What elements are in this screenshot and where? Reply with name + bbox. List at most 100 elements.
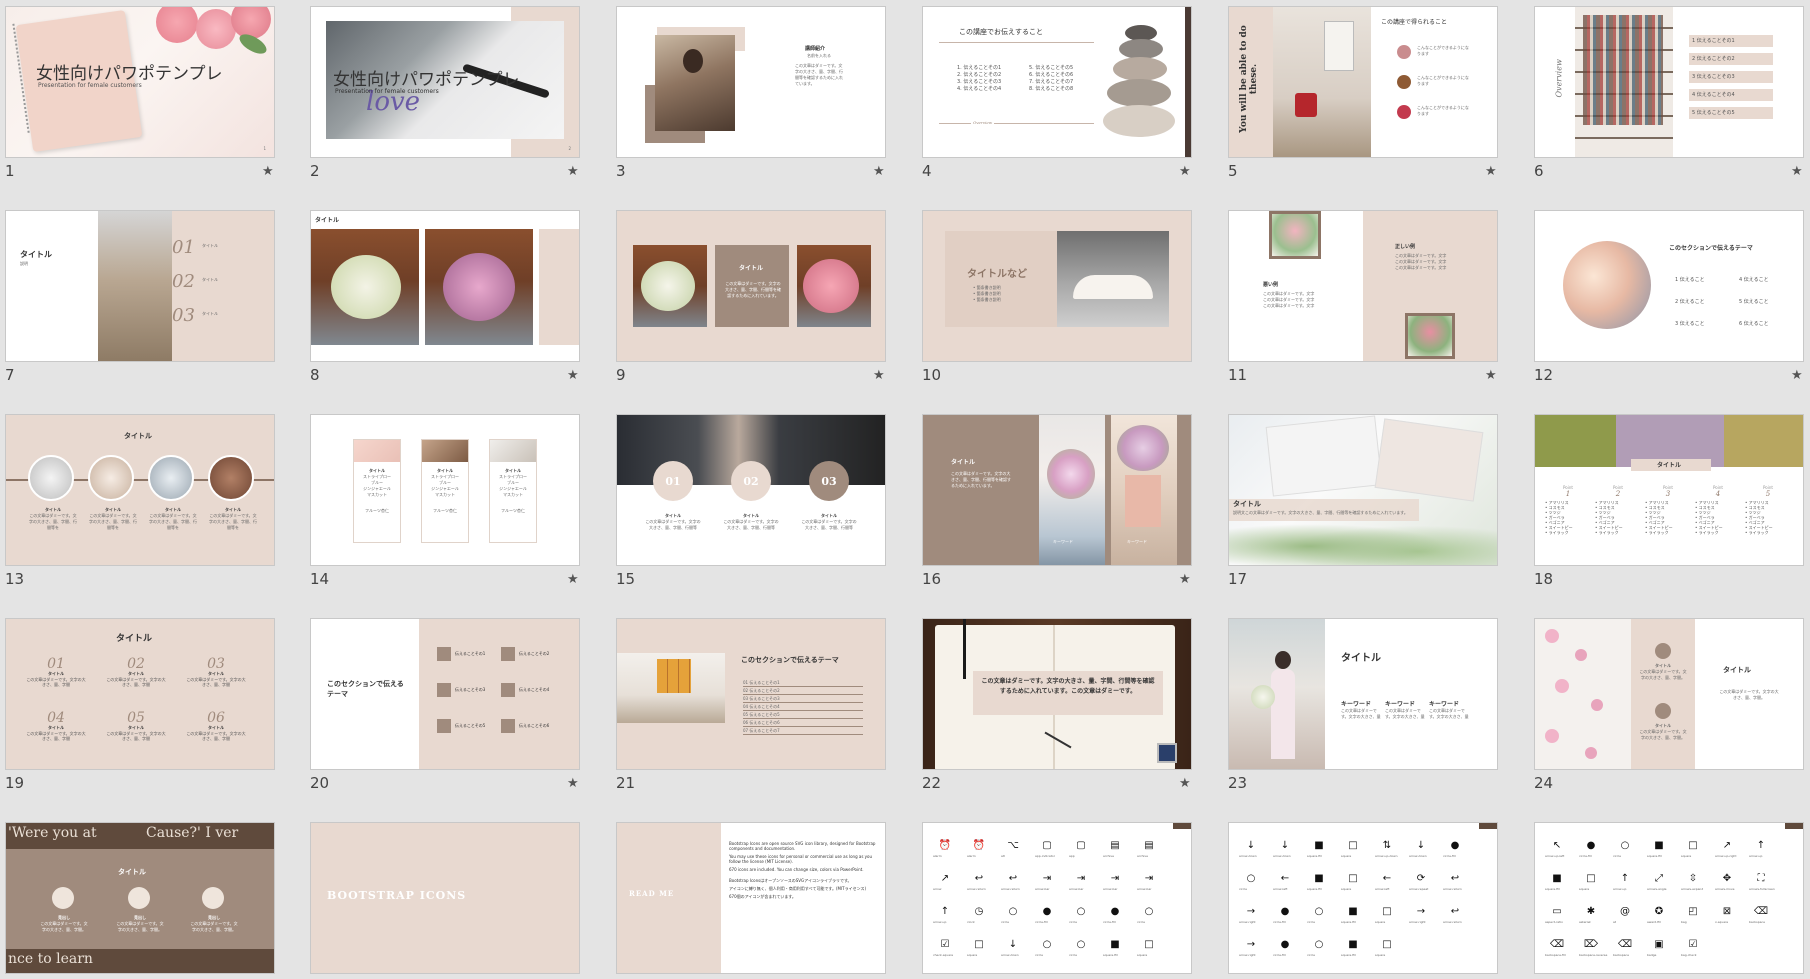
circle-fill-icon: ● — [1110, 906, 1120, 917]
slide-thumbnail-27[interactable]: READ ME Bootstrap Icons are open source … — [616, 822, 912, 979]
star-icon[interactable]: ★ — [1485, 368, 1497, 383]
slide-18-canvas[interactable]: タイトル Point 1 • アマリリス • コスモス • ツツジ • ガーベラ • ベゴニ… — [1534, 414, 1804, 566]
slide-25-canvas[interactable]: 'Were you at Cause?' I ver タイトル 見出し この文章は… — [5, 822, 275, 974]
star-icon[interactable]: ★ — [873, 164, 885, 179]
slide-6-canvas[interactable]: Overview 1 伝えることその1 2 伝えることその2 3 伝えることその… — [1534, 6, 1804, 158]
square-icon: □ — [1382, 906, 1392, 917]
slide-thumbnail-13[interactable]: タイトル タイトル この文章はダミーです。文字の大きさ、量、字間、行間等を タイト… — [5, 414, 301, 615]
slide-13-canvas[interactable]: タイトル タイトル この文章はダミーです。文字の大きさ、量、字間、行間等を タイト… — [5, 414, 275, 566]
slide-22-canvas[interactable]: この文章はダミーです。文字の大きさ、量、字間、行間等を確認するために入れています… — [922, 618, 1192, 770]
star-icon[interactable]: ★ — [1179, 164, 1191, 179]
slide-9-canvas[interactable]: タイトル この文章はダミーです。文字の大きさ、量、字間、行間等を確認するために入… — [616, 210, 886, 362]
slide-27-canvas[interactable]: READ ME Bootstrap Icons are open source … — [616, 822, 886, 974]
card: タイトル ストライプロー ブルー ジンジャエール マスカット フルーツ杏仁 — [421, 439, 469, 543]
slide-thumbnail-8[interactable]: タイトル 8 ★ — [310, 210, 606, 411]
slide-21-canvas[interactable]: このセクションで伝えるテーマ 01 伝えることその1 02 伝えることその2 0… — [616, 618, 886, 770]
icon-circle — [128, 887, 150, 909]
slide-thumbnail-23[interactable]: タイトル キーワード この文章はダミーです。文字の大きさ、量 キーワード この文章は… — [1228, 618, 1524, 819]
slide-8-canvas[interactable]: タイトル — [310, 210, 580, 362]
arrow-return-icon: ↩ — [1450, 906, 1460, 917]
slide-thumbnail-10[interactable]: タイトルなど • 箇条書き説明 • 箇条書き説明 • 箇条書き説明 10 — [922, 210, 1218, 411]
slide-thumbnail-30[interactable]: ↖ arrow-up-left ● circle-fill ○ circle ■ square… — [1534, 822, 1810, 979]
slide-thumbnail-15[interactable]: 01 02 03 タイトル この文章はダミーです。文字の大きさ、量、字間、行間等 … — [616, 414, 912, 615]
backspace-fill-icon: ⌫ — [1549, 939, 1565, 950]
slide-thumbnail-18[interactable]: タイトル Point 1 • アマリリス • コスモス • ツツジ • ガーベラ • ベゴニ… — [1534, 414, 1810, 615]
star-icon[interactable]: ★ — [1791, 368, 1803, 383]
star-icon[interactable]: ★ — [1179, 572, 1191, 587]
slide-thumbnail-16[interactable]: タイトル この文章はダミーです。文字の大きさ、量、字間、行間等を確認するために入… — [922, 414, 1218, 615]
slide-23-canvas[interactable]: タイトル キーワード この文章はダミーです。文字の大きさ、量 キーワード この文章は… — [1228, 618, 1498, 770]
star-icon[interactable]: ★ — [567, 776, 579, 791]
slide-thumbnail-20[interactable]: このセクションで伝えるテーマ 伝えることその1 伝えることその2 伝えることその3 伝… — [310, 618, 606, 819]
slide-26-canvas[interactable]: BOOTSTRAP ICONS — [310, 822, 580, 974]
slide-14-canvas[interactable]: タイトル ストライプロー ブルー ジンジャエール マスカット フルーツ杏仁 タイ… — [310, 414, 580, 566]
slide-thumbnail-24[interactable]: タイトル この文章はダミーです。文字の大きさ、量、字間。 タイトル この文章はダミー… — [1534, 618, 1810, 819]
icon-label: arrow-return — [1001, 887, 1020, 891]
slide-thumbnail-11[interactable]: 悪い例 この文章はダミーです。文字 この文章はダミーです。文字 この文章はダミー… — [1228, 210, 1524, 411]
star-icon[interactable]: ★ — [1791, 164, 1803, 179]
slide-thumbnail-25[interactable]: 'Were you at Cause?' I ver タイトル 見出し この文章は… — [5, 822, 301, 979]
slide-thumbnail-28[interactable]: ⏰ alarm ⏰ alarm ⌥ alt ▢ app-indicator ▢ app ▤ archi… — [922, 822, 1218, 979]
slide-11-canvas[interactable]: 悪い例 この文章はダミーです。文字 この文章はダミーです。文字 この文章はダミー… — [1228, 210, 1498, 362]
star-icon[interactable]: ★ — [567, 572, 579, 587]
keyword-col: キーワード この文章はダミーです。文字の大きさ、量 — [1429, 701, 1469, 719]
slide-28-canvas[interactable]: ⏰ alarm ⏰ alarm ⌥ alt ▢ app-indicator ▢ app ▤ archi… — [922, 822, 1192, 974]
slide-thumbnail-6[interactable]: Overview 1 伝えることその1 2 伝えることその2 3 伝えることその… — [1534, 6, 1810, 207]
slide-thumbnail-5[interactable]: You will be able to do these. この講座で得られるこ… — [1228, 6, 1524, 207]
slide-thumbnail-7[interactable]: タイトル 説明 01 02 03 タイトル タイトル タイトル 7 — [5, 210, 301, 411]
slide-5-canvas[interactable]: You will be able to do these. この講座で得られるこ… — [1228, 6, 1498, 158]
slide-thumbnail-3[interactable]: 講師紹介 名前を入れる この文章はダミーです。文字の大きさ、量、字間、行間等を確… — [616, 6, 912, 207]
star-icon[interactable]: ★ — [567, 368, 579, 383]
arrow-repeat-icon: ⟳ — [1416, 873, 1426, 884]
bg-text: Cause?' I ver — [146, 825, 239, 841]
slide-thumbnail-2[interactable]: love 女性向けパワポテンプレ Presentation for female… — [310, 6, 606, 207]
slide-thumbnail-12[interactable]: このセクションで伝えるテーマ 1 伝えること 2 伝えること 3 伝えること 4… — [1534, 210, 1810, 411]
slide-number: 21 — [616, 774, 636, 792]
award-fill-icon: ✪ — [1654, 906, 1664, 917]
slide-20-canvas[interactable]: このセクションで伝えるテーマ 伝えることその1 伝えることその2 伝えることその3 伝… — [310, 618, 580, 770]
slide-24-canvas[interactable]: タイトル この文章はダミーです。文字の大きさ、量、字間。 タイトル この文章はダミー… — [1534, 618, 1804, 770]
slide-7-canvas[interactable]: タイトル 説明 01 02 03 タイトル タイトル タイトル — [5, 210, 275, 362]
slide-1-canvas[interactable]: 女性向けパワポテンプレ Presentation for female cust… — [5, 6, 275, 158]
star-icon[interactable]: ★ — [1485, 164, 1497, 179]
slide-4-canvas[interactable]: この講座でお伝えすること 1. 伝えることその1 2. 伝えることその2 3. … — [922, 6, 1192, 158]
icon-label: backspace — [1613, 953, 1629, 957]
slide-16-canvas[interactable]: タイトル この文章はダミーです。文字の大きさ、量、字間、行間等を確認するために入… — [922, 414, 1192, 566]
column-line: • ライラック — [1695, 530, 1719, 535]
grid-number: 05 — [127, 710, 145, 726]
slide-subtitle: Presentation for female customers — [335, 88, 439, 95]
slide-thumbnail-17[interactable]: タイトル 説明文この文章はダミーです。文字の大きさ、量、字間、行間等を確認するた… — [1228, 414, 1524, 615]
slide-thumbnail-1[interactable]: 女性向けパワポテンプレ Presentation for female cust… — [5, 6, 301, 207]
slide-thumbnail-9[interactable]: タイトル この文章はダミーです。文字の大きさ、量、字間、行間等を確認するために入… — [616, 210, 912, 411]
star-icon[interactable]: ★ — [567, 164, 579, 179]
slide-thumbnail-22[interactable]: この文章はダミーです。文字の大きさ、量、字間、行間等を確認するために入れています… — [922, 618, 1218, 819]
slide-thumbnail-29[interactable]: ↓ arrow-down ↓ arrow-down ■ square-fill □ squar… — [1228, 822, 1524, 979]
slide-thumbnail-14[interactable]: タイトル ストライプロー ブルー ジンジャエール マスカット フルーツ杏仁 タイ… — [310, 414, 606, 615]
slide-3-canvas[interactable]: 講師紹介 名前を入れる この文章はダミーです。文字の大きさ、量、字間、行間等を確… — [616, 6, 886, 158]
icon-label: arrow-up — [1749, 854, 1763, 858]
slide-number: 6 — [1534, 162, 1544, 180]
star-icon[interactable]: ★ — [262, 164, 274, 179]
slide-2-canvas[interactable]: love 女性向けパワポテンプレ Presentation for female… — [310, 6, 580, 158]
archive-icon: ▤ — [1110, 840, 1120, 851]
slide-10-canvas[interactable]: タイトルなど • 箇条書き説明 • 箇条書き説明 • 箇条書き説明 — [922, 210, 1192, 362]
star-icon[interactable]: ★ — [873, 368, 885, 383]
slide-17-canvas[interactable]: タイトル 説明文この文章はダミーです。文字の大きさ、量、字間、行間等を確認するた… — [1228, 414, 1498, 566]
star-icon[interactable]: ★ — [1179, 776, 1191, 791]
slide-12-canvas[interactable]: このセクションで伝えるテーマ 1 伝えること 2 伝えること 3 伝えること 4… — [1534, 210, 1804, 362]
leaves — [1229, 515, 1497, 565]
grid-item: 03 タイトル この文章はダミーです。文字の大きさ、量、字間 — [186, 657, 246, 687]
slide-thumbnail-21[interactable]: このセクションで伝えるテーマ 01 伝えることその1 02 伝えることその2 0… — [616, 618, 912, 819]
keyword-col: キーワード この文章はダミーです。文字の大きさ、量 — [1385, 701, 1425, 719]
slide-30-canvas[interactable]: ↖ arrow-up-left ● circle-fill ○ circle ■ square… — [1534, 822, 1804, 974]
icon-label: arrow-return — [1443, 920, 1462, 924]
slide-thumbnail-4[interactable]: この講座でお伝えすること 1. 伝えることその1 2. 伝えることその2 3. … — [922, 6, 1218, 207]
slide-thumbnail-26[interactable]: BOOTSTRAP ICONS — [310, 822, 606, 979]
slide-29-canvas[interactable]: ↓ arrow-down ↓ arrow-down ■ square-fill □ squar… — [1228, 822, 1498, 974]
body-text: 説明文この文章はダミーです。文字の大きさ、量、字間、行間等を確認するために入れて… — [1233, 510, 1408, 515]
slide-15-canvas[interactable]: 01 02 03 タイトル この文章はダミーです。文字の大きさ、量、字間、行間等 … — [616, 414, 886, 566]
slide-19-canvas[interactable]: タイトル 01 タイトル この文章はダミーです。文字の大きさ、量、字間 02 タイトルこ… — [5, 618, 275, 770]
section-heading: この講座でお伝えすること — [959, 28, 1043, 36]
alarm-icon: ⏰ — [938, 840, 952, 851]
slide-thumbnail-19[interactable]: タイトル 01 タイトル この文章はダミーです。文字の大きさ、量、字間 02 タイトルこ… — [5, 618, 301, 819]
